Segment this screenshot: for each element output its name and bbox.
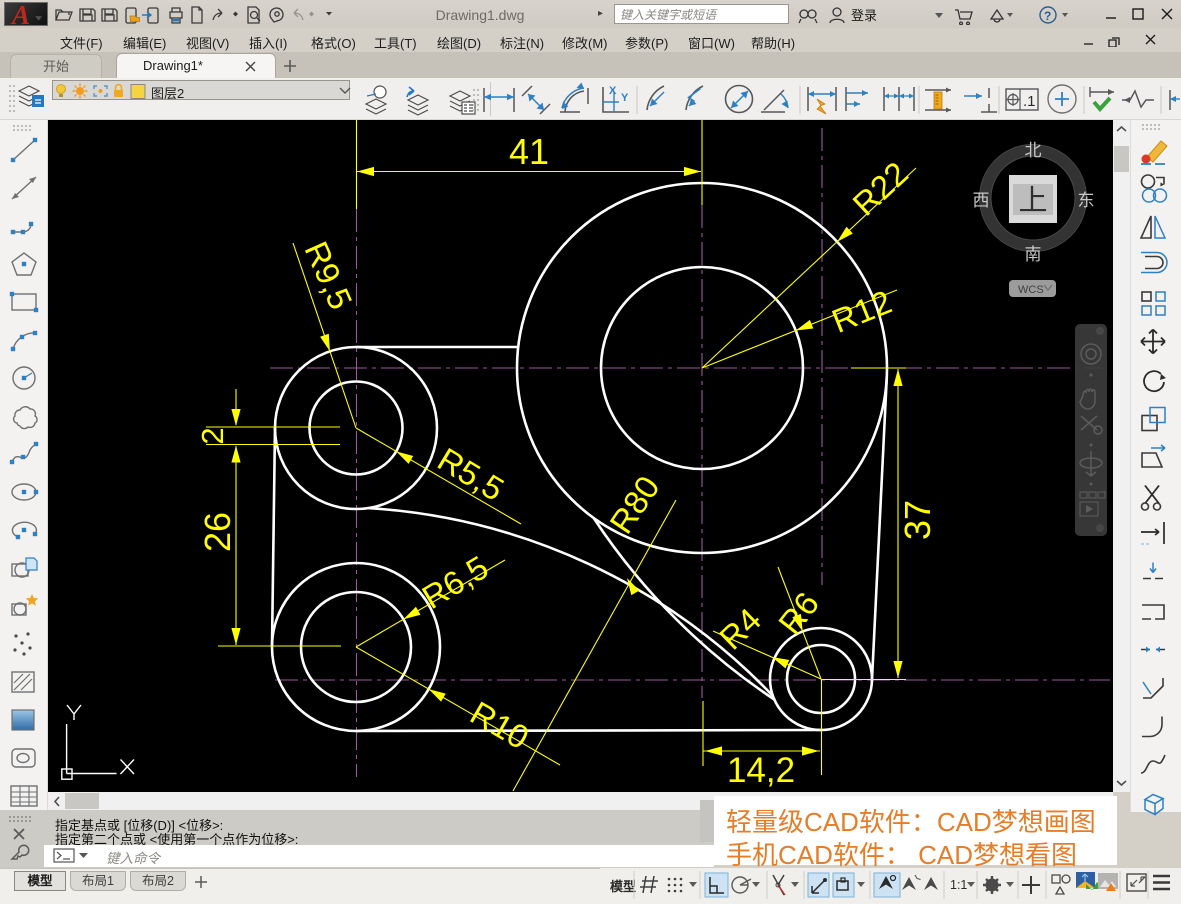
svg-text:26: 26 bbox=[197, 512, 238, 552]
svg-text:Y: Y bbox=[621, 92, 629, 104]
svg-text:R12: R12 bbox=[827, 283, 897, 340]
svg-text:R9,5: R9,5 bbox=[297, 236, 359, 315]
svg-text:上: 上 bbox=[1018, 185, 1047, 217]
svg-text:41: 41 bbox=[509, 131, 549, 172]
svg-text:1:1: 1:1 bbox=[950, 878, 967, 892]
svg-text:R5,5: R5,5 bbox=[432, 440, 511, 508]
svg-text:R6: R6 bbox=[771, 585, 826, 641]
svg-text:R22: R22 bbox=[845, 154, 915, 222]
svg-text:2: 2 bbox=[195, 427, 230, 444]
svg-text:37: 37 bbox=[897, 500, 938, 540]
svg-text:X: X bbox=[609, 85, 617, 97]
svg-text:?: ? bbox=[1044, 9, 1051, 23]
svg-text:A: A bbox=[10, 3, 30, 25]
svg-text:南: 南 bbox=[1025, 245, 1042, 264]
svg-text:WCS: WCS bbox=[1018, 284, 1044, 296]
svg-text:西: 西 bbox=[973, 191, 990, 210]
svg-text:东: 东 bbox=[1078, 191, 1095, 210]
svg-text:登录: 登录 bbox=[851, 8, 877, 23]
svg-text:14,2: 14,2 bbox=[727, 751, 795, 790]
svg-text:R6,5: R6,5 bbox=[416, 548, 495, 616]
svg-text:.1: .1 bbox=[1023, 93, 1036, 110]
svg-text:R10: R10 bbox=[464, 694, 535, 756]
svg-text:北: 北 bbox=[1025, 141, 1042, 160]
